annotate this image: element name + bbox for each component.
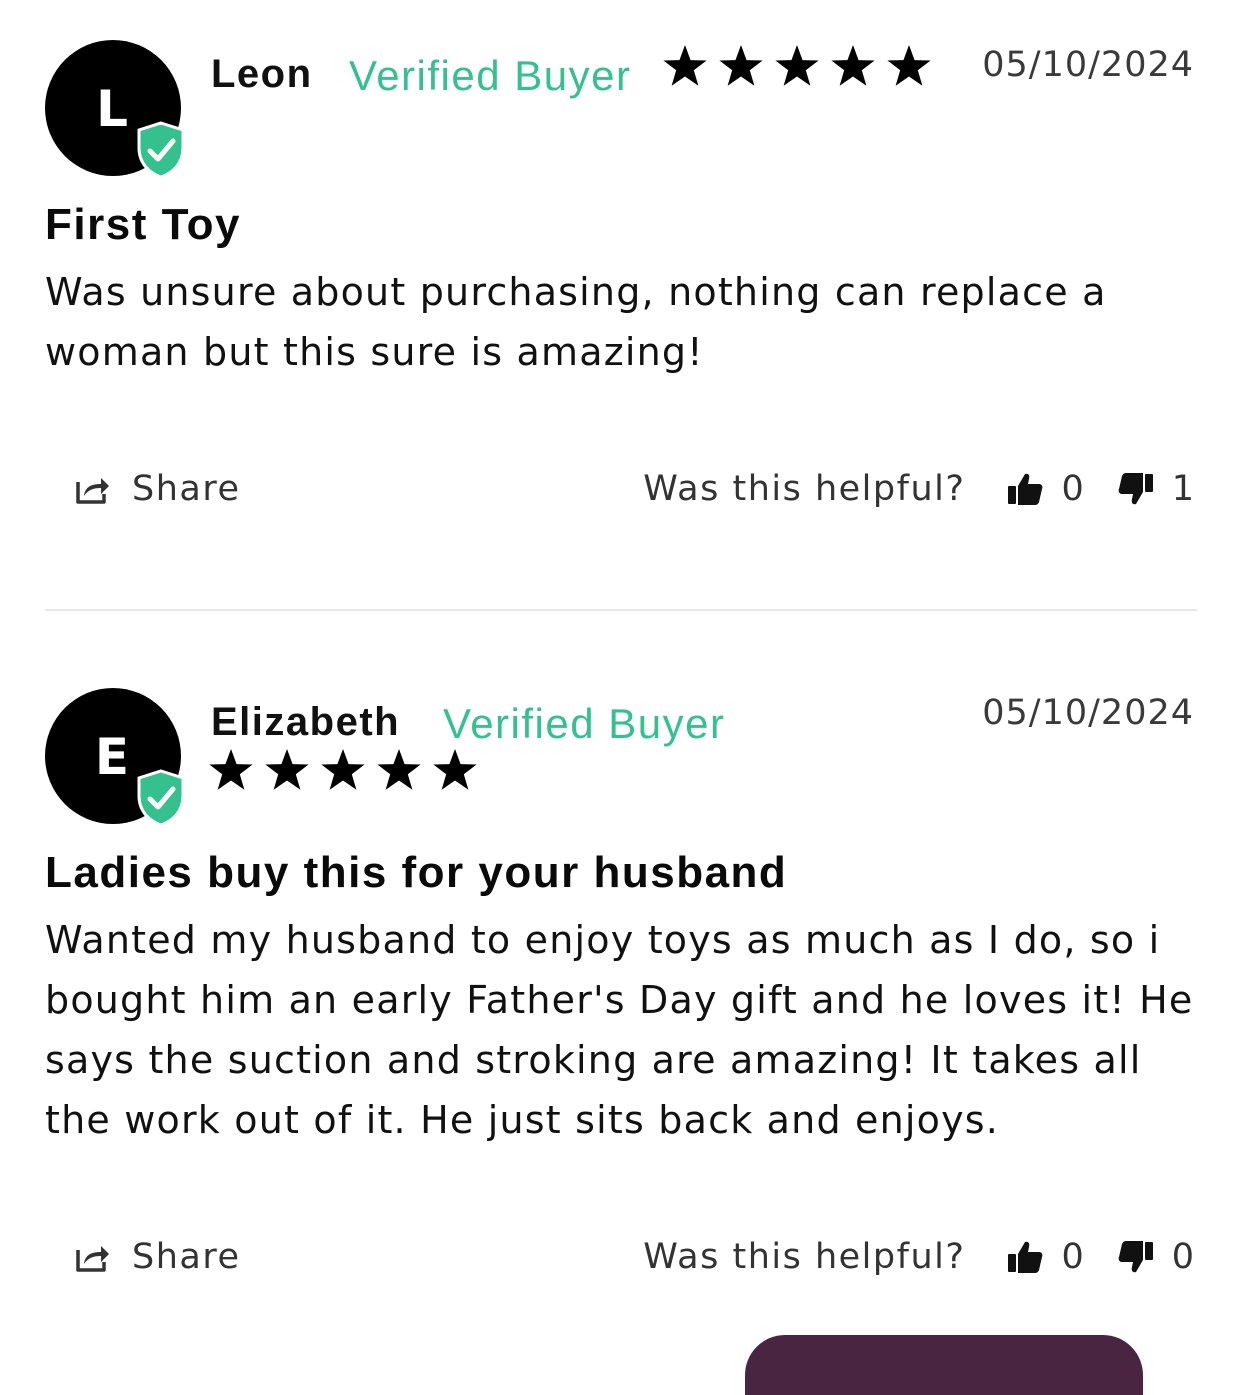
review-body: Was unsure about purchasing, nothing can…	[45, 270, 1107, 374]
star-icon	[321, 748, 365, 790]
review-date: 05/10/2024	[982, 693, 1194, 733]
verified-buyer-label: Verified Buyer	[349, 52, 632, 99]
star-icon	[265, 748, 309, 790]
review-title: Ladies buy this for your husband	[45, 848, 788, 897]
thumbs-down-count: 1	[1171, 469, 1194, 509]
thumbs-up-icon[interactable]	[1007, 1239, 1043, 1275]
reviewer-name: Elizabeth	[211, 700, 401, 744]
star-icon	[663, 44, 707, 86]
star-icon	[433, 748, 477, 790]
share-button[interactable]: Share	[74, 1232, 241, 1282]
thumbs-up-icon[interactable]	[1007, 471, 1043, 507]
star-icon	[719, 44, 763, 86]
share-label: Share	[132, 469, 241, 509]
reviewer-name: Leon	[211, 52, 313, 96]
review-title: First Toy	[45, 200, 242, 249]
verified-shield-icon	[137, 121, 185, 179]
thumbs-up-count: 0	[1061, 1237, 1084, 1277]
share-button[interactable]: Share	[74, 464, 241, 514]
helpful-vote: Was this helpful? 0 1	[643, 464, 1194, 514]
cta-button[interactable]	[745, 1335, 1143, 1395]
star-icon	[377, 748, 421, 790]
thumbs-down-icon	[1118, 1241, 1153, 1273]
star-icon	[775, 44, 819, 86]
thumbs-down-button[interactable]: 1	[1118, 469, 1194, 509]
helpful-label: Was this helpful?	[643, 1237, 966, 1277]
star-rating	[662, 44, 932, 88]
review-divider	[45, 609, 1197, 611]
review-date: 05/10/2024	[982, 45, 1194, 85]
avatar-letter: E	[94, 728, 130, 786]
avatar-letter: L	[96, 80, 128, 138]
star-icon	[887, 44, 931, 86]
star-rating	[208, 748, 478, 792]
thumbs-down-button[interactable]: 0	[1118, 1237, 1194, 1277]
star-icon	[831, 44, 875, 86]
verified-buyer-label: Verified Buyer	[443, 700, 726, 747]
share-icon	[76, 478, 109, 504]
helpful-label: Was this helpful?	[643, 469, 966, 509]
star-icon	[209, 748, 253, 790]
thumbs-down-count: 0	[1171, 1237, 1194, 1277]
thumbs-down-icon	[1118, 473, 1153, 505]
review-footer: Share Was this helpful? 0 0	[0, 1232, 1242, 1282]
verified-shield-icon	[137, 769, 185, 827]
share-icon	[76, 1246, 109, 1272]
helpful-vote: Was this helpful? 0 0	[643, 1232, 1194, 1282]
review-body: Wanted my husband to enjoy toys as much …	[45, 918, 1194, 1142]
thumbs-up-count: 0	[1061, 469, 1084, 509]
share-label: Share	[132, 1237, 241, 1277]
review-footer: Share Was this helpful? 0 1	[0, 464, 1242, 514]
